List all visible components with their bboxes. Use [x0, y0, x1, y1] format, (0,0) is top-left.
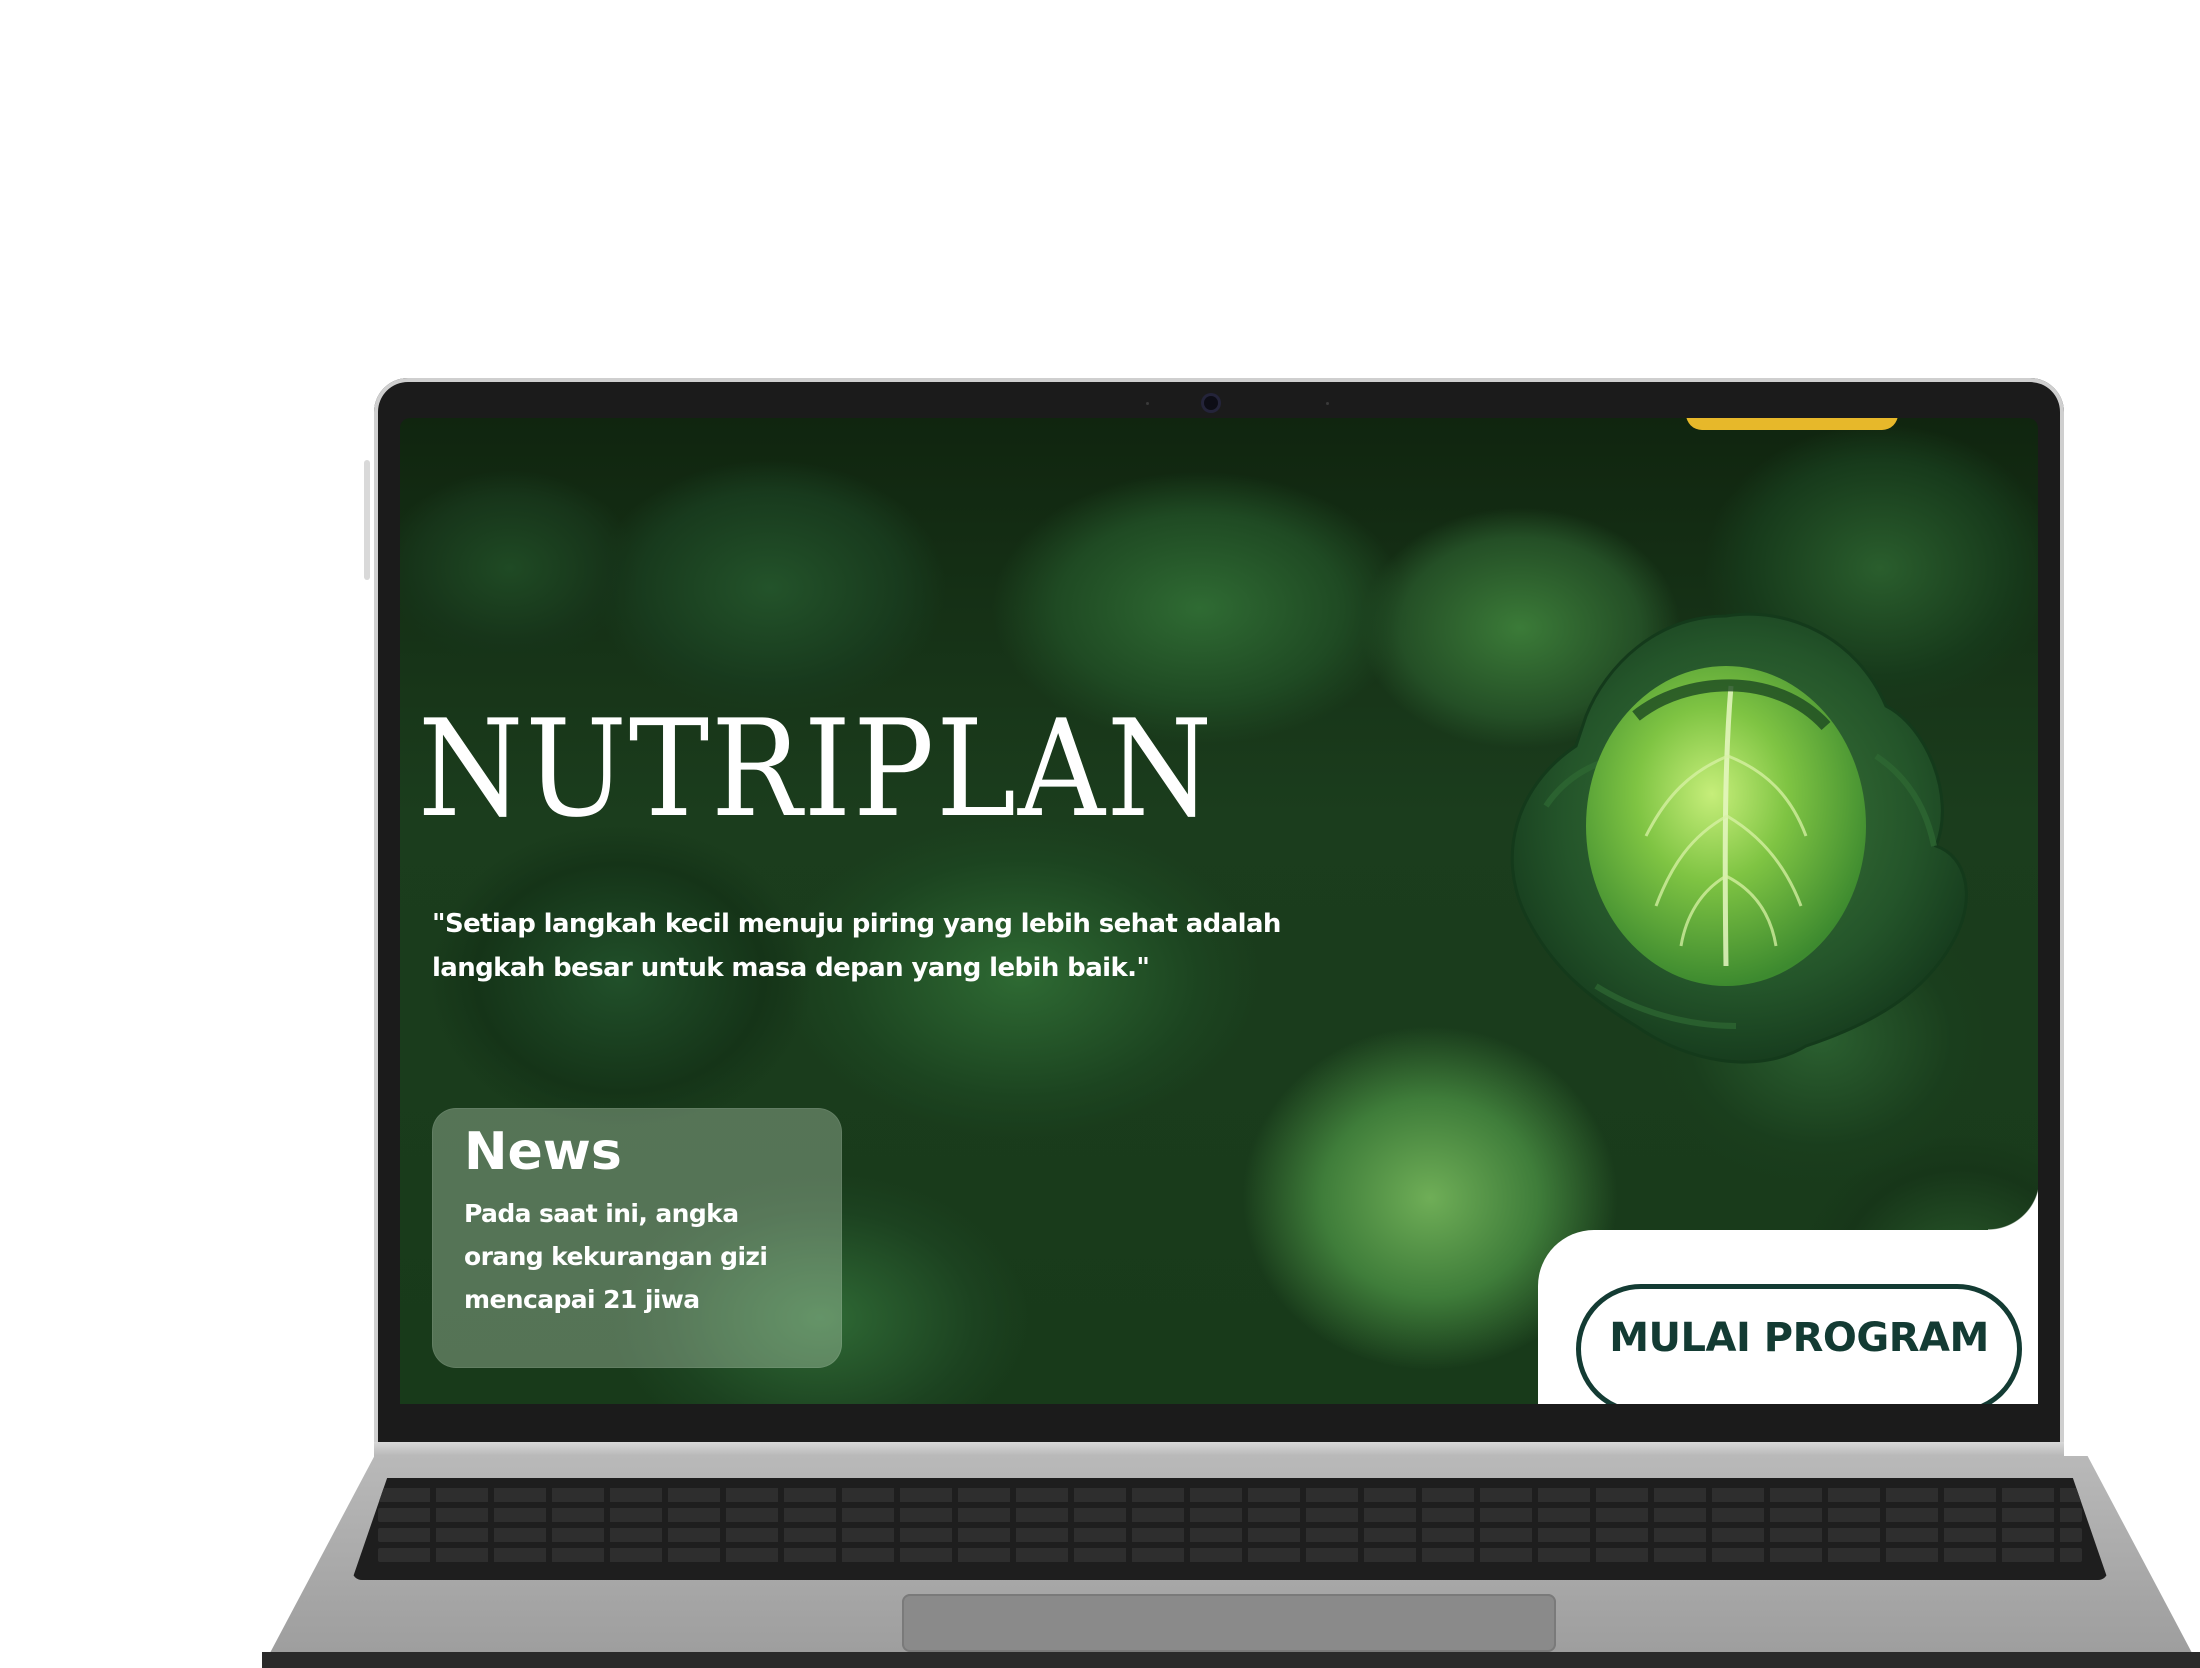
news-card[interactable]: News Pada saat ini, angka orang kekurang…	[432, 1108, 842, 1368]
keyboard-row	[378, 1528, 2082, 1542]
news-title: News	[464, 1122, 622, 1182]
news-text: Pada saat ini, angka orang kekurangan gi…	[464, 1199, 768, 1314]
laptop-screen: NUTRIPLAN "Setiap langkah kecil menuju p…	[400, 418, 2038, 1404]
nav-tab-highlight[interactable]	[1686, 418, 1898, 430]
hero-quote: "Setiap langkah kecil menuju piring yang…	[432, 909, 1281, 983]
cabbage-illustration	[1510, 612, 1968, 1064]
keyboard-row	[378, 1488, 2082, 1502]
keyboard-row	[378, 1508, 2082, 1522]
laptop-side-button	[364, 460, 370, 580]
trackpad	[902, 1594, 1556, 1652]
start-program-button[interactable]: MULAI PROGRAM	[1576, 1284, 2022, 1404]
camera-sensor-dot	[1146, 402, 1149, 405]
camera-sensor-dot	[1326, 402, 1329, 405]
webcam-icon	[1204, 396, 1218, 410]
keyboard-row	[378, 1548, 2082, 1562]
brand-logo: NUTRIPLAN	[418, 691, 1215, 847]
keyboard	[352, 1478, 2108, 1580]
laptop-base-edge	[262, 1652, 2200, 1668]
laptop-hinge	[374, 1442, 2064, 1458]
